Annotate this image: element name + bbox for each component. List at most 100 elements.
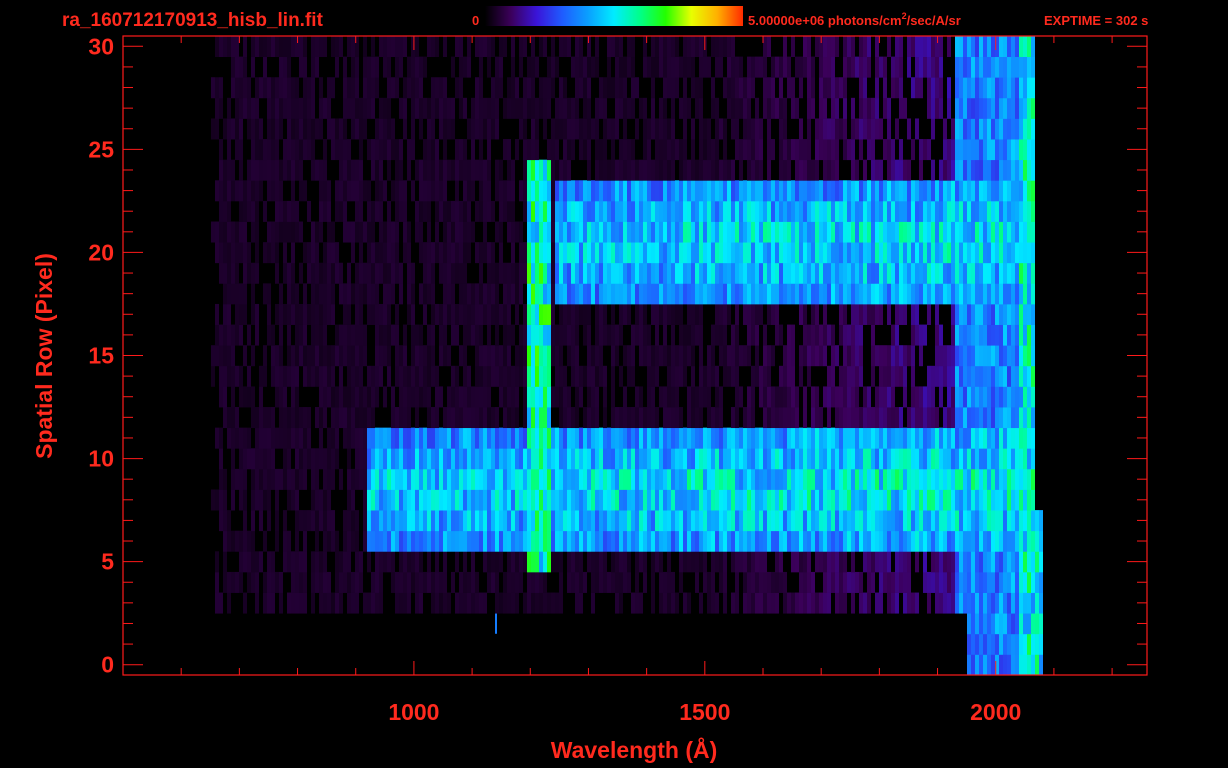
heatmap-cell [1015,386,1019,408]
heatmap-cell [971,365,975,387]
heatmap-cell [983,345,987,367]
heatmap-cell [623,303,627,325]
heatmap-cell [539,530,543,552]
heatmap-cell [231,489,235,511]
heatmap-cell [307,139,311,161]
heatmap-cell [1007,365,1011,387]
heatmap-cell [595,448,599,470]
heatmap-cell [867,118,871,140]
heatmap-cell [451,324,455,346]
heatmap-cell [951,407,955,429]
heatmap-cell [251,448,255,470]
heatmap-cell [955,77,959,99]
heatmap-cell [595,242,599,264]
heatmap-cell [503,510,507,532]
heatmap-cell [279,365,283,387]
heatmap-cell [359,427,363,449]
heatmap-cell [603,159,607,181]
heatmap-cell [627,427,631,449]
heatmap-cell [463,180,467,202]
heatmap-cell [1015,551,1019,573]
heatmap-cell [823,262,827,284]
heatmap-cell [655,139,659,161]
heatmap-cell [543,592,547,614]
heatmap-cell [303,56,307,78]
heatmap-cell [607,36,611,58]
heatmap-cell [1011,365,1015,387]
heatmap-cell [743,283,747,305]
heatmap-cell [991,613,995,635]
heatmap-cell [807,56,811,78]
heatmap-cell [819,510,823,532]
heatmap-cell [547,303,551,325]
heatmap-cell [511,427,515,449]
heatmap-cell [1015,345,1019,367]
heatmap-cell [979,365,983,387]
heatmap-cell [1015,654,1019,676]
heatmap-cell [295,118,299,140]
heatmap-cell [951,427,955,449]
heatmap-cell [971,97,975,119]
heatmap-cell [951,448,955,470]
heatmap-cell [779,283,783,305]
heatmap-cell [883,365,887,387]
heatmap-cell [835,200,839,222]
heatmap-cell [427,407,431,429]
heatmap-cell [1027,159,1031,181]
heatmap-cell [1003,365,1007,387]
heatmap-cell [243,262,247,284]
heatmap-cell [735,489,739,511]
heatmap-cell [443,427,447,449]
heatmap-cell [239,324,243,346]
heatmap-cell [607,468,611,490]
heatmap-cell [247,551,251,573]
heatmap-cell [295,489,299,511]
heatmap-cell [747,97,751,119]
heatmap-cell [991,407,995,429]
heatmap-cell [663,530,667,552]
heatmap-cell [967,448,971,470]
heatmap-cell [219,510,223,532]
heatmap-cell [551,489,555,511]
heatmap-cell [731,97,735,119]
heatmap-cell [595,489,599,511]
heatmap-cell [959,242,963,264]
heatmap-cell [623,97,627,119]
heatmap-cell [883,97,887,119]
heatmap-cell [367,386,371,408]
heatmap-cell [775,324,779,346]
heatmap-cell [843,530,847,552]
heatmap-cell [607,571,611,593]
heatmap-cell [799,571,803,593]
heatmap-cell [423,530,427,552]
heatmap-cell [1027,407,1031,429]
heatmap-cell [407,571,411,593]
heatmap-cell [699,118,703,140]
heatmap-cell [435,139,439,161]
heatmap-cell [463,489,467,511]
heatmap-cell [815,36,819,58]
heatmap-cell [623,407,627,429]
heatmap-cell [639,262,643,284]
heatmap-cell [243,468,247,490]
heatmap-cell [655,180,659,202]
heatmap-cell [883,221,887,243]
heatmap-cell [255,468,259,490]
heatmap-cell [839,303,843,325]
heatmap-cell [727,365,731,387]
heatmap-cell [855,345,859,367]
heatmap-cell [279,468,283,490]
heatmap-cell [619,200,623,222]
heatmap-cell [451,262,455,284]
heatmap-cell [443,530,447,552]
heatmap-cell [299,571,303,593]
heatmap-cell [243,345,247,367]
heatmap-cell [987,365,991,387]
heatmap-cell [967,551,971,573]
heatmap-cell [399,530,403,552]
heatmap-cell [603,510,607,532]
heatmap-cell [771,283,775,305]
heatmap-cell [1023,97,1027,119]
heatmap-cell [843,139,847,161]
heatmap-cell [479,468,483,490]
